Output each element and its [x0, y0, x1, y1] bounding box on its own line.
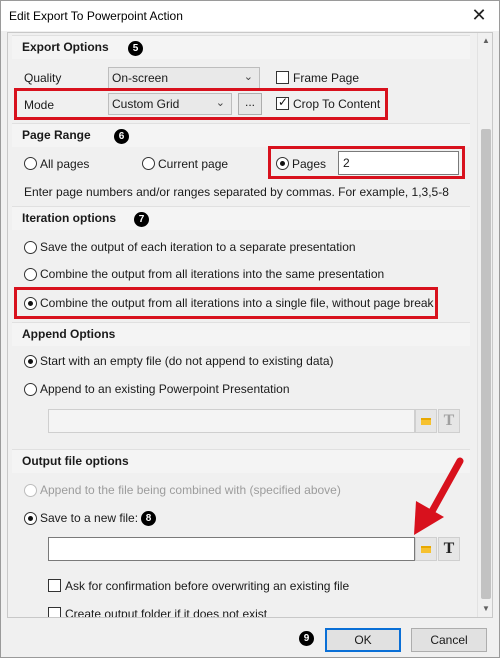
quality-label: Quality	[24, 71, 62, 85]
current-page-radio[interactable]	[142, 157, 155, 170]
chevron-down-icon: ⌄	[243, 71, 253, 83]
append-path-input[interactable]	[48, 409, 415, 433]
step-badge-6: 6	[114, 129, 129, 144]
scrollbar-thumb[interactable]	[481, 129, 491, 599]
page-range-heading: Page Range	[22, 128, 91, 142]
vertical-scrollbar[interactable]: ▲ ▼	[477, 33, 492, 617]
text-field-icon: T	[443, 540, 455, 557]
output-text-button[interactable]: T	[438, 537, 460, 561]
append-existing-radio[interactable]	[24, 383, 37, 396]
step-badge-9: 9	[299, 631, 314, 646]
step-badge-8: 8	[141, 511, 156, 526]
create-folder-checkbox[interactable]	[48, 607, 61, 617]
frame-page-label: Frame Page	[293, 71, 360, 85]
save-new-file-label: Save to a new file:	[40, 511, 139, 525]
annotation-arrow-icon	[414, 457, 464, 535]
all-pages-radio[interactable]	[24, 157, 37, 170]
save-new-file-radio[interactable]	[24, 512, 37, 525]
append-existing-label: Append to an existing Powerpoint Present…	[40, 382, 290, 396]
output-browse-button[interactable]	[415, 537, 437, 561]
output-file-options-header: Output file options	[12, 449, 470, 473]
close-icon[interactable]: ✕	[467, 5, 491, 27]
append-combined-label: Append to the file being combined with (…	[40, 483, 341, 497]
append-combined-radio[interactable]	[24, 484, 37, 497]
append-options-heading: Append Options	[22, 327, 116, 341]
dialog-footer: 9 OK Cancel	[7, 621, 493, 657]
all-pages-label: All pages	[40, 157, 90, 171]
page-range-header: Page Range 6	[12, 123, 470, 147]
quality-select[interactable]: On-screen ⌄	[108, 67, 260, 89]
output-file-options-heading: Output file options	[22, 454, 129, 468]
iteration-options-header: Iteration options 7	[12, 206, 470, 230]
append-browse-button[interactable]	[415, 409, 437, 433]
radio-selected-dot	[28, 359, 33, 364]
page-range-hint: Enter page numbers and/or ranges separat…	[24, 185, 449, 199]
dialog-content: Export Options 5 Quality On-screen ⌄ Fra…	[7, 32, 493, 618]
append-empty-file-radio[interactable]	[24, 355, 37, 368]
window-title: Edit Export To Powerpoint Action	[9, 9, 183, 23]
iteration-same-presentation-radio[interactable]	[24, 268, 37, 281]
export-options-heading: Export Options	[22, 40, 109, 54]
append-text-button[interactable]: T	[438, 409, 460, 433]
ok-button[interactable]: OK	[325, 628, 401, 652]
folder-icon	[421, 418, 431, 425]
current-page-label: Current page	[158, 157, 229, 171]
confirm-overwrite-label: Ask for confirmation before overwriting …	[65, 579, 350, 593]
output-file-input[interactable]	[48, 537, 415, 561]
cancel-button[interactable]: Cancel	[411, 628, 487, 652]
append-empty-file-label: Start with an empty file (do not append …	[40, 354, 334, 368]
folder-icon	[421, 546, 431, 553]
export-options-header: Export Options 5	[12, 35, 470, 59]
iteration-same-presentation-label: Combine the output from all iterations i…	[40, 267, 385, 281]
iteration-separate-label: Save the output of each iteration to a s…	[40, 240, 356, 254]
iteration-options-heading: Iteration options	[22, 211, 116, 225]
append-options-header: Append Options	[12, 322, 470, 346]
radio-selected-dot	[28, 516, 33, 521]
pages-highlight-box	[268, 146, 465, 179]
step-badge-5: 5	[128, 41, 143, 56]
title-bar: Edit Export To Powerpoint Action ✕	[1, 1, 499, 31]
mode-highlight-box	[14, 88, 388, 120]
frame-page-checkbox[interactable]	[276, 71, 289, 84]
iteration-separate-radio[interactable]	[24, 241, 37, 254]
step-badge-7: 7	[134, 212, 149, 227]
text-field-icon: T	[443, 412, 455, 429]
dialog-window: Edit Export To Powerpoint Action ✕ Expor…	[0, 0, 500, 658]
iteration-highlight-box	[14, 287, 438, 319]
options-scroll-area: Export Options 5 Quality On-screen ⌄ Fra…	[8, 33, 477, 617]
quality-select-value: On-screen	[112, 71, 169, 85]
scroll-down-icon[interactable]: ▼	[478, 601, 492, 617]
create-folder-label: Create output folder if it does not exis…	[65, 607, 268, 618]
confirm-overwrite-checkbox[interactable]	[48, 579, 61, 592]
scroll-up-icon[interactable]: ▲	[478, 33, 492, 49]
